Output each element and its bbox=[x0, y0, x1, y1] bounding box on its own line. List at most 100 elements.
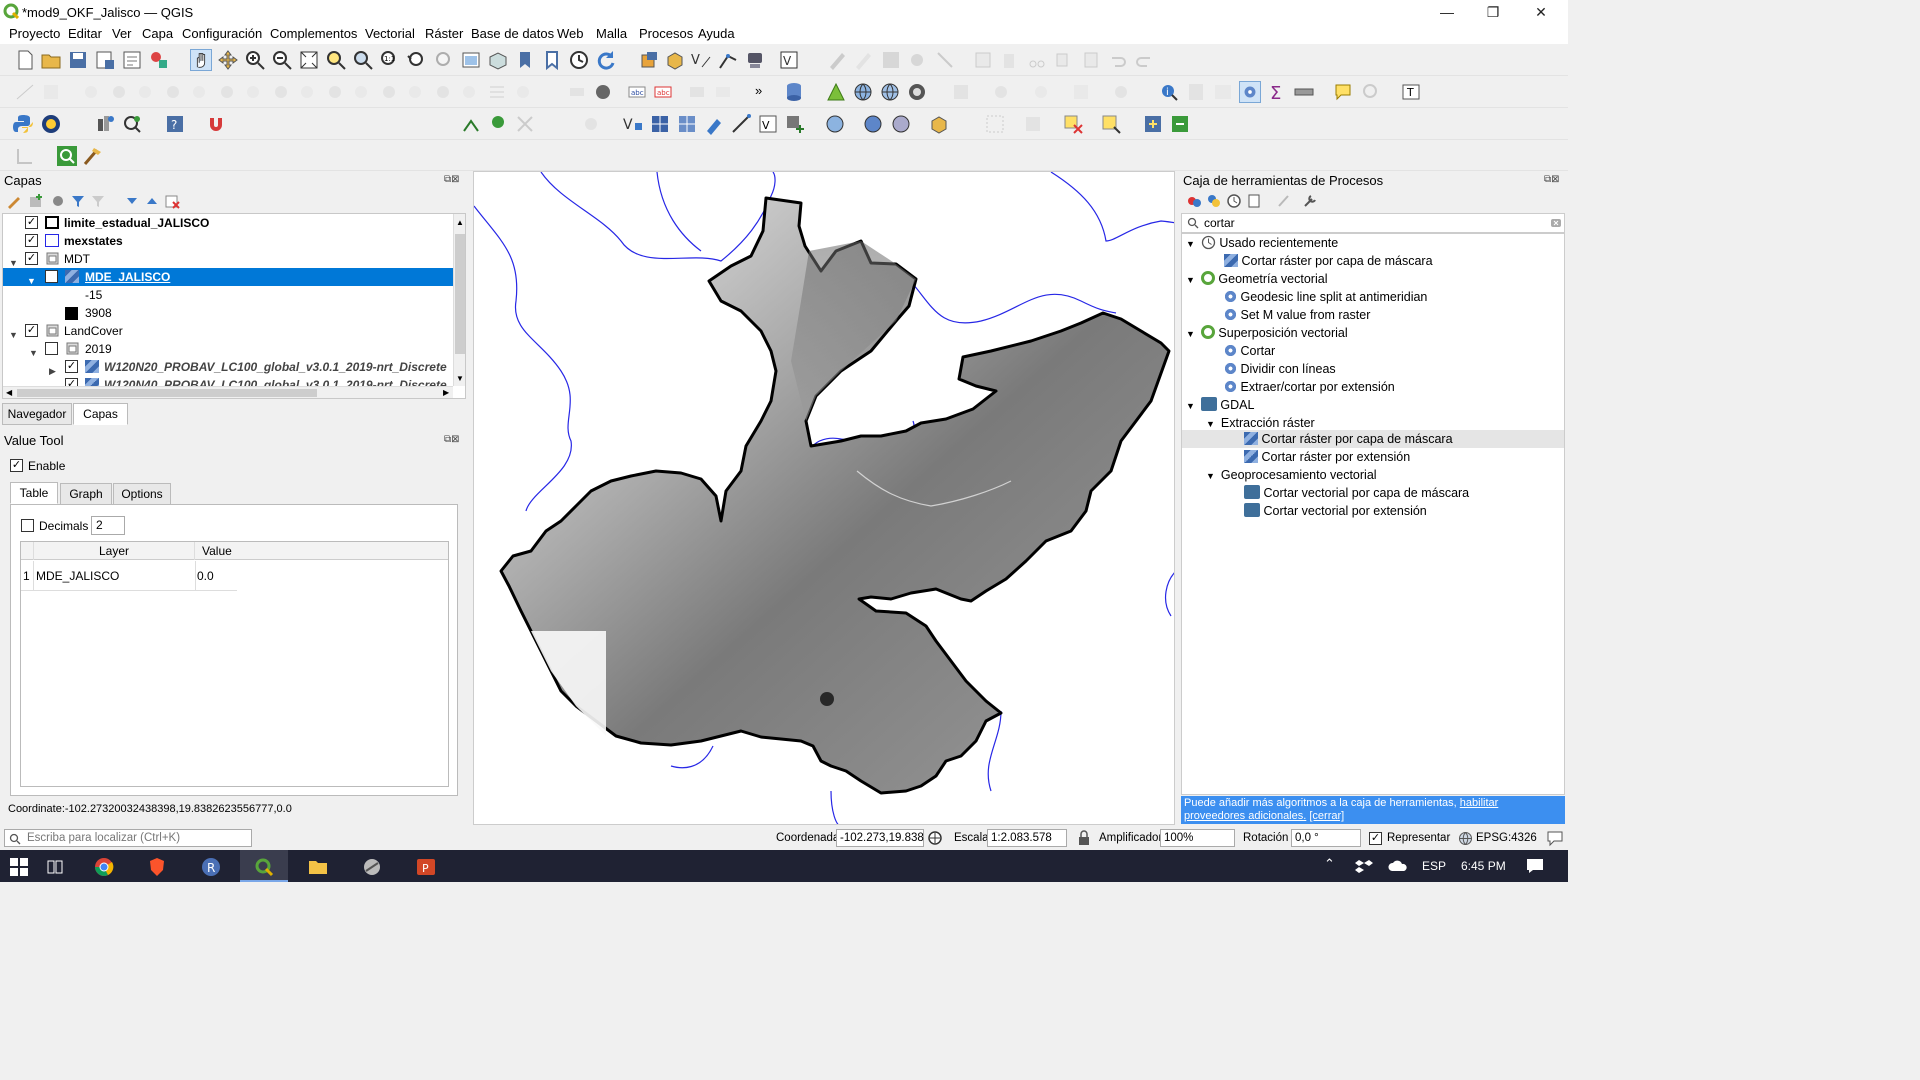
wfs-globe-icon[interactable] bbox=[879, 81, 901, 103]
col-layer-header[interactable]: Layer bbox=[33, 542, 195, 560]
tab-capas[interactable]: Capas bbox=[73, 403, 128, 425]
zoom-last-icon[interactable] bbox=[406, 49, 428, 71]
undo-icon[interactable] bbox=[1106, 49, 1128, 71]
geometry-tool-5-icon[interactable] bbox=[1110, 81, 1132, 103]
clock[interactable]: 6:45 PM bbox=[1461, 859, 1506, 873]
magnifier-spinbox[interactable]: 100% bbox=[1160, 829, 1235, 847]
geometry-tool-4-icon[interactable] bbox=[1070, 81, 1092, 103]
horizontal-scrollbar[interactable]: ◀ ▶ bbox=[3, 386, 453, 398]
statistical-summary-icon[interactable]: Σ bbox=[1266, 81, 1288, 103]
plugin-camera-icon[interactable] bbox=[40, 113, 62, 135]
toggle-extents-icon[interactable] bbox=[927, 830, 943, 846]
raster-grid-2-icon[interactable] bbox=[676, 113, 698, 135]
tree-item-cortar[interactable]: Cortar bbox=[1224, 342, 1275, 360]
lock-scale-icon[interactable] bbox=[1077, 830, 1091, 846]
menu-editar[interactable]: Editar bbox=[67, 26, 103, 41]
gps-tools-icon[interactable] bbox=[744, 49, 766, 71]
chrome-icon[interactable] bbox=[94, 857, 114, 877]
triangle-tool-icon[interactable] bbox=[825, 81, 847, 103]
zoom-native-icon[interactable]: 1:1 bbox=[379, 49, 401, 71]
rotate-label-icon[interactable] bbox=[512, 81, 534, 103]
vector-tool-2-icon[interactable]: V bbox=[757, 113, 779, 135]
tree-item-cortar-vectorial-mascara[interactable]: Cortar vectorial por capa de máscara bbox=[1244, 484, 1469, 502]
help-icon[interactable]: ? bbox=[164, 113, 186, 135]
scroll-right-icon[interactable]: ▶ bbox=[443, 388, 449, 397]
style-manager-icon[interactable] bbox=[148, 49, 170, 71]
powerpoint-icon[interactable]: P bbox=[416, 857, 436, 877]
merge-attributes-icon[interactable] bbox=[350, 81, 372, 103]
app-icon[interactable] bbox=[362, 857, 382, 877]
current-edits-icon[interactable] bbox=[826, 49, 848, 71]
database-manager-icon[interactable] bbox=[783, 81, 805, 103]
col-value-header[interactable]: Value bbox=[196, 542, 236, 560]
panel-float-close-icon[interactable]: ⧉⊠ bbox=[444, 434, 460, 445]
menu-capa[interactable]: Capa bbox=[141, 26, 174, 41]
locator-icon[interactable] bbox=[1360, 81, 1382, 103]
models-icon[interactable] bbox=[1186, 193, 1202, 209]
menu-base-de-datos[interactable]: Base de datos bbox=[470, 26, 555, 41]
vertex-tool-icon[interactable] bbox=[934, 49, 956, 71]
language-indicator[interactable]: ESP bbox=[1422, 859, 1446, 873]
layer-diagram-options-icon[interactable]: abc bbox=[652, 81, 674, 103]
select-features-icon[interactable] bbox=[984, 113, 1006, 135]
label-toolbar-icon[interactable] bbox=[592, 81, 614, 103]
scroll-left-icon[interactable]: ◀ bbox=[6, 388, 12, 397]
scale-combo[interactable]: 1:2.083.578 bbox=[987, 829, 1067, 847]
paste-features-icon[interactable] bbox=[1080, 49, 1102, 71]
results-viewer-icon[interactable] bbox=[1246, 193, 1262, 209]
refresh-icon[interactable] bbox=[595, 49, 617, 71]
file-explorer-icon[interactable] bbox=[308, 858, 328, 876]
menu-web[interactable]: Web bbox=[556, 26, 585, 41]
decimals-checkbox[interactable] bbox=[21, 519, 34, 532]
messages-icon[interactable] bbox=[1546, 829, 1564, 847]
maximize-button[interactable]: ❐ bbox=[1470, 2, 1516, 24]
advanced-digitizing-icon[interactable] bbox=[14, 145, 36, 167]
trim-extend-icon[interactable] bbox=[432, 81, 454, 103]
menu-ver[interactable]: Ver bbox=[111, 26, 133, 41]
toolbar-overflow-icon[interactable]: » bbox=[755, 83, 762, 98]
minimize-button[interactable]: — bbox=[1424, 2, 1470, 24]
add-ring-icon[interactable] bbox=[40, 81, 62, 103]
expand-all-icon[interactable] bbox=[124, 193, 140, 209]
new-project-icon[interactable] bbox=[14, 49, 36, 71]
clear-search-icon[interactable] bbox=[1550, 217, 1562, 229]
label-pin-icon[interactable] bbox=[566, 81, 588, 103]
table-row[interactable]: 1 MDE_JALISCO 0.0 bbox=[21, 561, 237, 591]
save-as-icon[interactable] bbox=[94, 49, 116, 71]
close-button[interactable]: ✕ bbox=[1518, 2, 1564, 24]
locator-search-input[interactable]: Escriba para localizar (Ctrl+K) bbox=[4, 829, 252, 847]
show-hidden-icons-icon[interactable]: ⌃ bbox=[1324, 856, 1335, 872]
redo-icon[interactable] bbox=[1134, 49, 1156, 71]
spatial-bookmark-new-icon[interactable] bbox=[514, 49, 536, 71]
tracing-icon[interactable] bbox=[460, 113, 482, 135]
geometry-tool-3-icon[interactable] bbox=[1030, 81, 1052, 103]
topological-editing-icon[interactable] bbox=[487, 113, 509, 135]
menu-procesos[interactable]: Procesos bbox=[638, 26, 694, 41]
tree-group-recent[interactable]: ▼ Usado recientemente bbox=[1182, 234, 1338, 252]
identify-features-icon[interactable] bbox=[638, 49, 660, 71]
digitize-line-icon[interactable] bbox=[717, 49, 739, 71]
deselect-icon[interactable] bbox=[1062, 113, 1084, 135]
tree-item-geodesic[interactable]: Geodesic line split at antimeridian bbox=[1224, 288, 1427, 306]
windows-start-icon[interactable] bbox=[10, 858, 28, 876]
geometry-tool-1-icon[interactable] bbox=[950, 81, 972, 103]
merge-features-icon[interactable] bbox=[324, 81, 346, 103]
highlight-pinned-labels-icon[interactable] bbox=[686, 81, 708, 103]
layer-row-mde-jalisco[interactable]: ▼ ✓ MDE_JALISCO bbox=[3, 268, 455, 286]
map-tips-icon[interactable] bbox=[1332, 81, 1354, 103]
layer-visibility-checkbox[interactable]: ✓ bbox=[25, 234, 38, 247]
search-plugin-icon[interactable] bbox=[56, 145, 78, 167]
group-visibility-checkbox[interactable] bbox=[45, 342, 58, 355]
remove-layer-icon[interactable] bbox=[164, 193, 180, 209]
tree-item-cortar-raster-extension[interactable]: Cortar ráster por extensión bbox=[1244, 448, 1410, 466]
zoom-next-icon[interactable] bbox=[433, 49, 455, 71]
add-part-icon[interactable] bbox=[80, 81, 102, 103]
open-styling-icon[interactable] bbox=[6, 193, 22, 209]
copy-features-icon[interactable] bbox=[1052, 49, 1074, 71]
globe-tool-1-icon[interactable] bbox=[824, 113, 846, 135]
manage-themes-icon[interactable] bbox=[50, 193, 66, 209]
rotate-point-symbols-icon[interactable] bbox=[378, 81, 400, 103]
edit-features-in-place-icon[interactable] bbox=[1276, 193, 1292, 209]
group-visibility-checkbox[interactable]: ✓ bbox=[25, 324, 38, 337]
plugin-refresh-1-icon[interactable] bbox=[1142, 113, 1164, 135]
